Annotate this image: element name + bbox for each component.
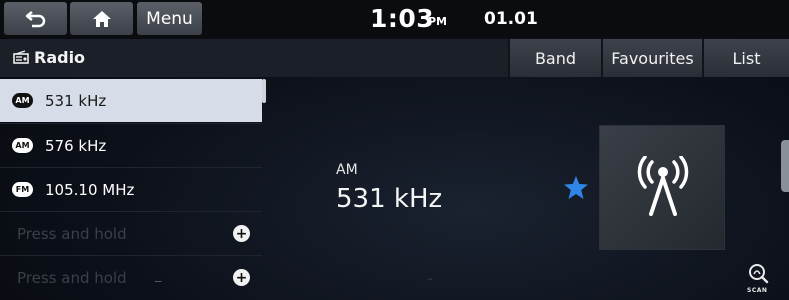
preset-frequency: 576 kHz — [45, 136, 107, 155]
current-band: AM — [336, 162, 358, 178]
list-scrollbar[interactable] — [262, 79, 266, 103]
home-icon — [92, 10, 111, 27]
side-panel-handle[interactable] — [781, 140, 789, 192]
scan-icon — [749, 264, 769, 284]
band-button[interactable]: Band — [508, 39, 601, 77]
add-preset-icon[interactable]: + — [233, 225, 250, 242]
clock-time: 1:03 — [370, 4, 435, 33]
page-title: Radio — [34, 48, 86, 67]
add-preset-icon[interactable]: + — [233, 269, 250, 286]
title-bar: Radio Band Favourites List — [0, 39, 789, 77]
station-artwork — [600, 126, 724, 249]
radio-icon — [13, 50, 29, 64]
back-button[interactable] — [4, 2, 67, 35]
preset-frequency: 105.10 MHz — [45, 180, 135, 199]
scan-label: SCAN — [747, 287, 768, 294]
am-badge-icon: AM — [12, 93, 33, 108]
menu-button[interactable]: Menu — [137, 2, 202, 35]
preset-frequency: 531 kHz — [45, 91, 107, 110]
preset-item-empty[interactable]: Press and hold + — [0, 212, 262, 255]
am-badge-icon: AM — [12, 138, 33, 153]
preset-placeholder: Press and hold — [17, 268, 127, 287]
preset-item[interactable]: AM 576 kHz — [0, 124, 262, 167]
preset-item[interactable]: FM 105.10 MHz — [0, 168, 262, 211]
home-button[interactable] — [70, 2, 133, 35]
favourites-button[interactable]: Favourites — [601, 39, 702, 77]
clock-date: 01.01 — [484, 9, 538, 29]
fm-badge-icon: FM — [12, 182, 33, 197]
back-icon — [25, 10, 45, 27]
broadcast-antenna-icon — [637, 156, 689, 216]
clock-ampm: PM — [428, 15, 448, 28]
preset-item[interactable]: AM 531 kHz — [0, 79, 262, 122]
radio-screen: Menu 1:03 PM 01.01 Radio Band Favourites… — [0, 0, 789, 300]
favourite-star-icon[interactable] — [563, 175, 589, 200]
preset-placeholder: Press and hold — [17, 224, 127, 243]
divider-dash: _ — [155, 268, 162, 283]
current-frequency: 531 kHz — [336, 184, 443, 214]
list-button[interactable]: List — [702, 39, 789, 77]
preset-list: AM 531 kHz AM 576 kHz FM 105.10 MHz Pres… — [0, 78, 266, 300]
scan-button[interactable]: SCAN — [746, 262, 774, 294]
divider-dash: – — [427, 272, 433, 285]
preset-item-empty[interactable]: Press and hold _ + — [0, 256, 262, 299]
status-bar: Menu 1:03 PM 01.01 — [0, 0, 789, 38]
